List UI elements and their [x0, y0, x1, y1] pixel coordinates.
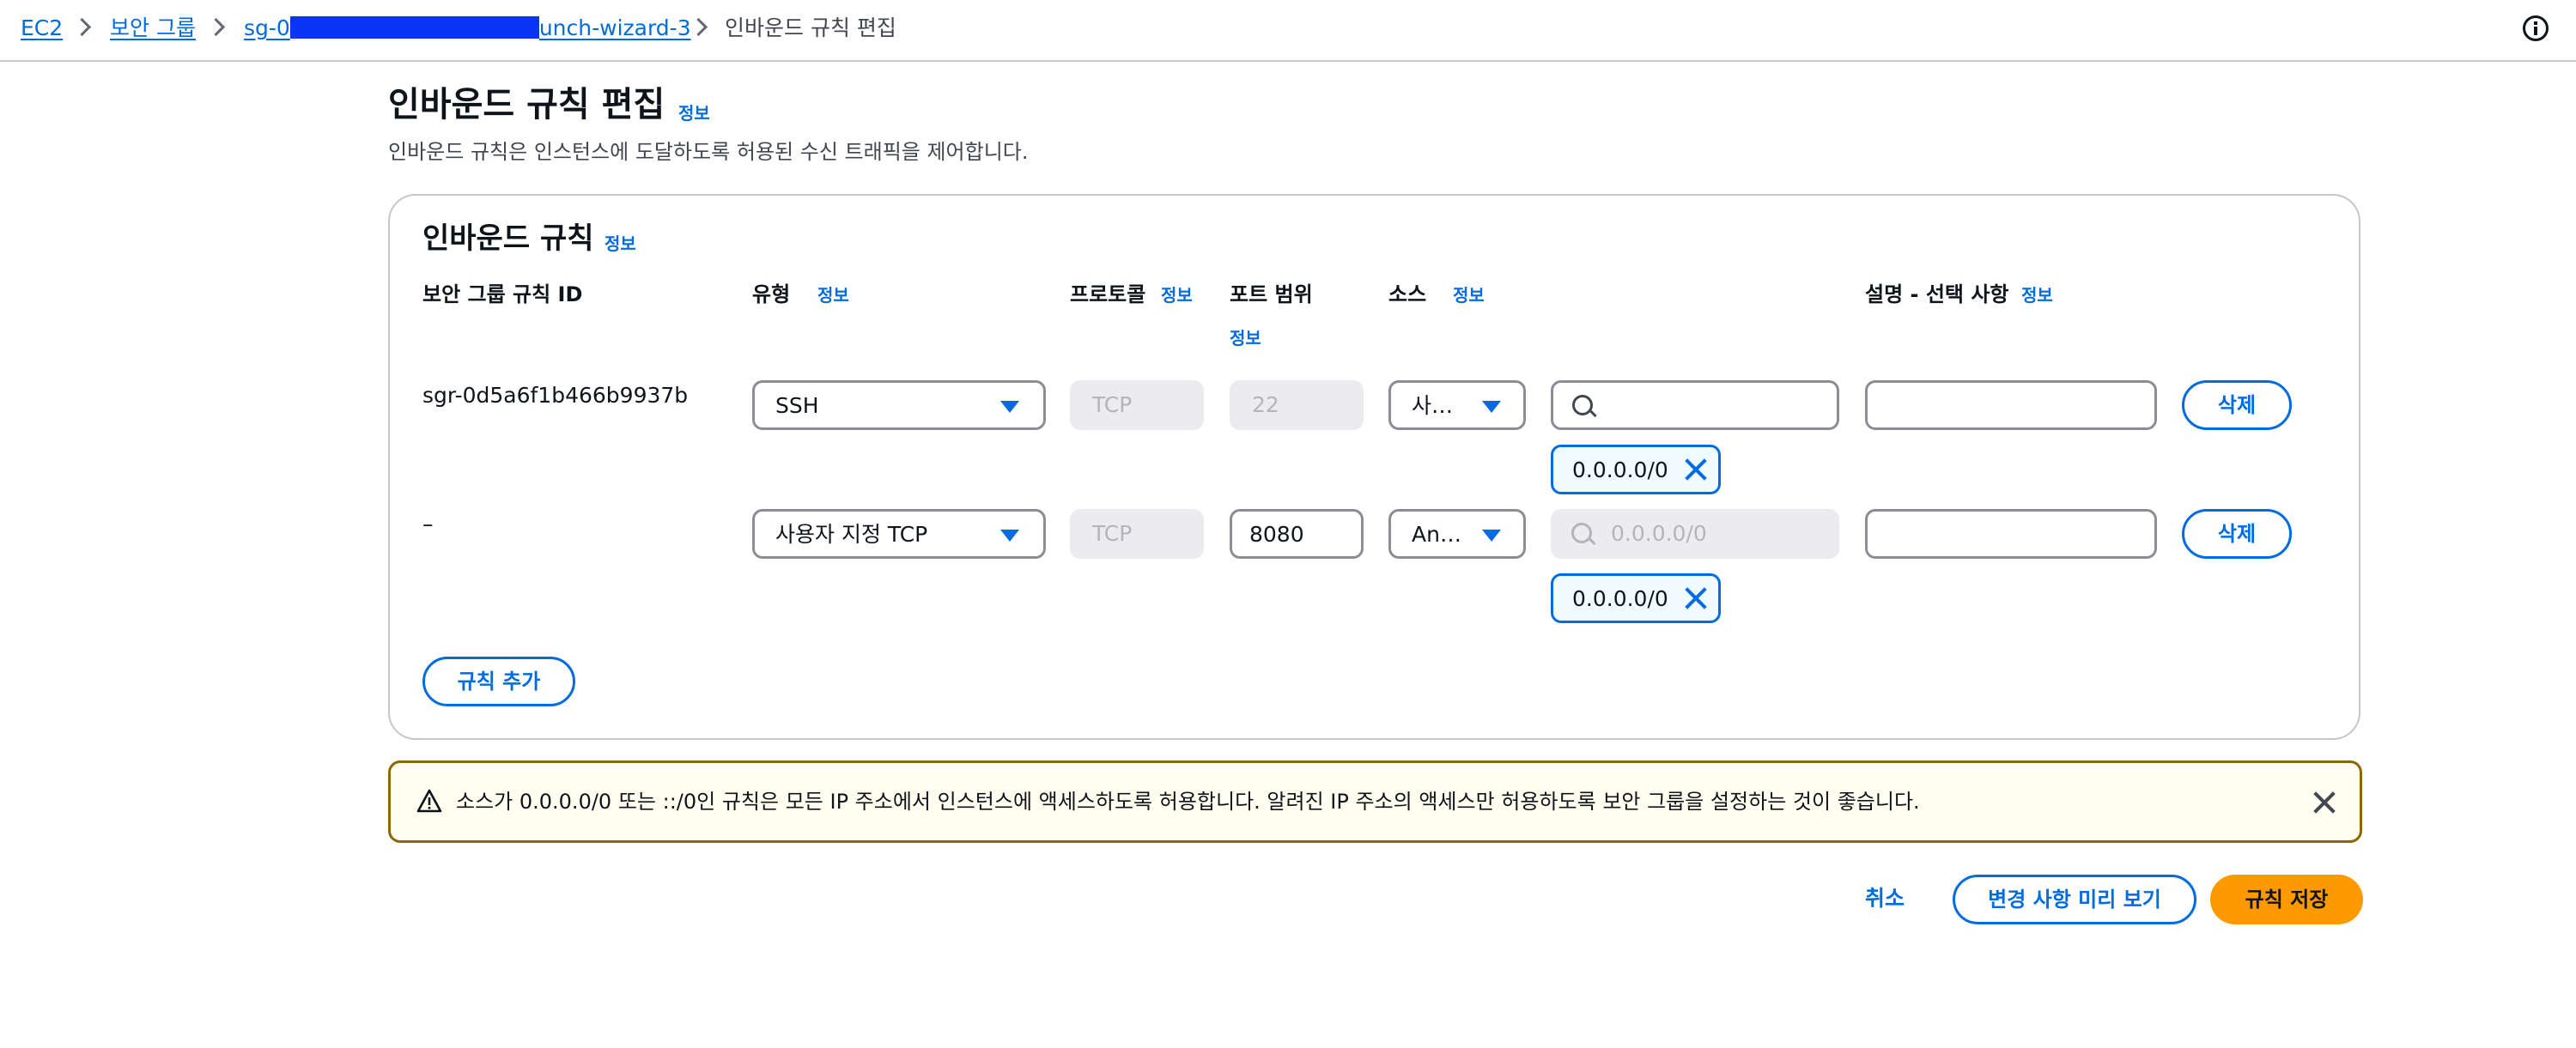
cidr-token: 0.0.0.0/0 — [1551, 445, 1721, 494]
port-range-input[interactable]: 8080 — [1230, 509, 1364, 559]
panel-title: 인바운드 규칙 — [422, 221, 594, 256]
rule-id: – — [422, 512, 434, 536]
page-info-link[interactable]: 정보 — [678, 103, 710, 124]
source-type-select[interactable]: 사… — [1388, 380, 1526, 430]
close-icon[interactable] — [2312, 791, 2336, 815]
rule-id: sgr-0d5a6f1b466b9937b — [422, 383, 689, 408]
breadcrumb-security-group-id[interactable]: sg-0 unch-wizard-3 — [244, 15, 691, 41]
cancel-button[interactable]: 취소 — [1865, 886, 1905, 912]
alert-message: 소스가 0.0.0.0/0 또는 ::/0인 규칙은 모든 IP 주소에서 인스… — [456, 790, 1920, 814]
description-input[interactable] — [1865, 380, 2157, 430]
col-description: 설명 - 선택 사항 — [1865, 282, 2009, 306]
col-port-range: 포트 범위 — [1230, 282, 1313, 306]
page-title: 인바운드 규칙 편집 — [388, 85, 665, 124]
protocol-value: TCP — [1092, 392, 1133, 417]
col-description-info[interactable]: 정보 — [2021, 285, 2053, 306]
protocol-field: TCP — [1070, 380, 1204, 430]
security-group-name-suffix: unch-wizard-3 — [538, 15, 691, 40]
protocol-value: TCP — [1092, 521, 1133, 546]
remove-token-icon[interactable] — [1684, 457, 1708, 482]
source-type-select[interactable]: An… — [1388, 509, 1526, 559]
chevron-right-icon — [210, 17, 222, 29]
port-range-value: 8080 — [1249, 522, 1304, 547]
info-icon[interactable] — [2523, 15, 2549, 41]
col-port-range-info[interactable]: 정보 — [1230, 328, 1261, 348]
redaction-box — [289, 16, 539, 39]
port-range-value: 22 — [1252, 392, 1279, 417]
remove-token-icon[interactable] — [1684, 586, 1708, 610]
security-group-id-prefix: sg-0 — [244, 15, 290, 40]
col-protocol: 프로토콜 — [1070, 282, 1146, 306]
col-source-info[interactable]: 정보 — [1453, 285, 1485, 306]
chevron-right-icon — [692, 17, 704, 29]
delete-button[interactable]: 삭제 — [2182, 509, 2292, 559]
cidr-token: 0.0.0.0/0 — [1551, 573, 1721, 623]
breadcrumb-ec2[interactable]: EC2 — [21, 15, 63, 41]
search-icon — [1571, 523, 1592, 543]
breadcrumb: EC2 보안 그룹 sg-0 unch-wizard-3 인바운드 규칙 편집 — [0, 0, 2576, 62]
caret-down-icon — [1000, 530, 1019, 542]
col-rule-id: 보안 그룹 규칙 ID — [422, 282, 583, 306]
source-type-value: An… — [1412, 522, 1461, 547]
search-icon — [1572, 395, 1593, 415]
panel-info-link[interactable]: 정보 — [605, 233, 636, 254]
type-select-value: SSH — [775, 393, 819, 418]
warning-alert: 소스가 0.0.0.0/0 또는 ::/0인 규칙은 모든 IP 주소에서 인스… — [388, 760, 2362, 843]
inbound-rules-panel — [388, 194, 2360, 740]
save-rules-button[interactable]: 규칙 저장 — [2210, 875, 2363, 924]
chevron-right-icon — [76, 17, 88, 29]
caret-down-icon — [1000, 401, 1019, 413]
source-search-input-disabled: 0.0.0.0/0 — [1551, 509, 1839, 559]
type-select[interactable]: 사용자 지정 TCP — [752, 509, 1046, 559]
source-search-placeholder: 0.0.0.0/0 — [1611, 521, 1707, 546]
protocol-field: TCP — [1070, 509, 1204, 559]
col-source: 소스 — [1388, 282, 1427, 306]
breadcrumb-current: 인바운드 규칙 편집 — [725, 15, 896, 40]
source-type-value: 사… — [1412, 393, 1454, 418]
delete-button[interactable]: 삭제 — [2182, 380, 2292, 430]
preview-changes-button[interactable]: 변경 사항 미리 보기 — [1953, 875, 2196, 924]
cidr-token-value: 0.0.0.0/0 — [1572, 457, 1668, 482]
page-description: 인바운드 규칙은 인스턴스에 도달하도록 허용된 수신 트래픽을 제어합니다. — [388, 140, 1029, 164]
col-protocol-info[interactable]: 정보 — [1161, 285, 1193, 306]
source-search-input[interactable] — [1551, 380, 1839, 430]
description-input[interactable] — [1865, 509, 2157, 559]
breadcrumb-security-groups[interactable]: 보안 그룹 — [110, 15, 196, 41]
type-select[interactable]: SSH — [752, 380, 1046, 430]
caret-down-icon — [1482, 530, 1501, 542]
add-rule-button[interactable]: 규칙 추가 — [422, 657, 575, 706]
warning-icon — [416, 789, 442, 813]
col-type: 유형 — [752, 282, 791, 306]
caret-down-icon — [1482, 401, 1501, 413]
col-type-info[interactable]: 정보 — [817, 285, 849, 306]
port-range-field: 22 — [1230, 380, 1364, 430]
type-select-value: 사용자 지정 TCP — [775, 522, 928, 547]
cidr-token-value: 0.0.0.0/0 — [1572, 586, 1668, 611]
